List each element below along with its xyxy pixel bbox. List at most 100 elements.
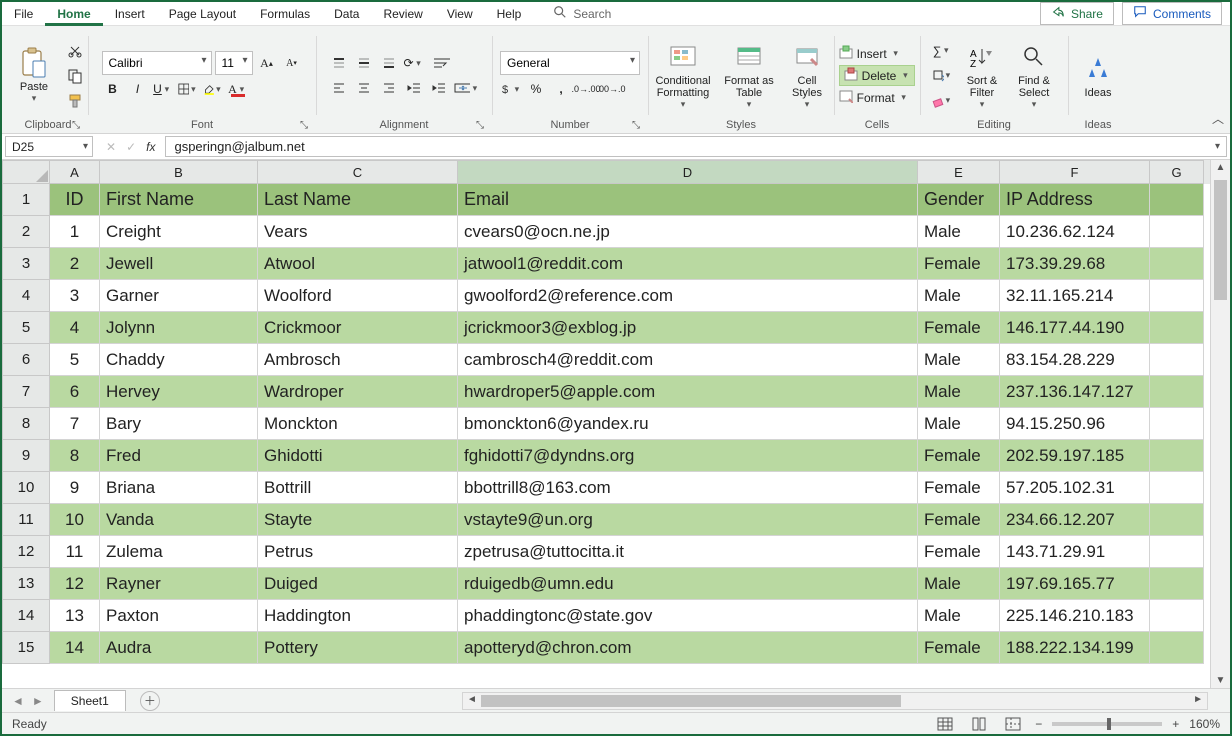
fill-button[interactable]: ▾ [931,65,953,87]
cell-empty[interactable] [1150,312,1204,344]
number-format-select[interactable] [500,51,640,75]
cell-ip[interactable]: 173.39.29.68 [1000,248,1150,280]
cell-id[interactable]: 2 [50,248,100,280]
cell-gender[interactable]: Male [918,600,1000,632]
cell-last-name[interactable]: Ghidotti [258,440,458,472]
cell-first-name[interactable]: Rayner [100,568,258,600]
cell-first-name[interactable]: Fred [100,440,258,472]
cell-first-name[interactable]: Garner [100,280,258,312]
cell-ip[interactable]: 10.236.62.124 [1000,216,1150,248]
menu-data[interactable]: Data [322,2,371,26]
increase-indent-button[interactable] [428,77,450,99]
cell-first-name[interactable]: Briana [100,472,258,504]
row-header[interactable]: 8 [2,408,50,440]
row-header[interactable]: 2 [2,216,50,248]
cell-ip[interactable]: 146.177.44.190 [1000,312,1150,344]
cell-first-name[interactable]: Bary [100,408,258,440]
cell-first-name[interactable]: Jolynn [100,312,258,344]
cell-ip[interactable]: 32.11.165.214 [1000,280,1150,312]
cancel-formula-button[interactable]: ✕ [106,140,116,154]
sheet-prev-button[interactable]: ◄ [12,694,24,708]
align-top-button[interactable] [328,52,350,74]
cell-empty[interactable] [1150,472,1204,504]
font-size-input[interactable] [215,51,253,75]
cell-email[interactable]: fghidotti7@dyndns.org [458,440,918,472]
column-header-B[interactable]: B [100,160,258,184]
increase-font-button[interactable]: A▴ [256,52,278,74]
cell-first-name[interactable]: Chaddy [100,344,258,376]
cell-first-name[interactable]: Hervey [100,376,258,408]
menu-help[interactable]: Help [485,2,534,26]
row-header[interactable]: 13 [2,568,50,600]
collapse-ribbon-button[interactable]: ︿ [1212,110,1224,127]
cell-header-gender[interactable]: Gender [918,184,1000,216]
cell-gender[interactable]: Male [918,568,1000,600]
scrollbar-thumb[interactable] [1214,180,1227,300]
cell-ip[interactable]: 202.59.197.185 [1000,440,1150,472]
format-painter-button[interactable] [64,90,86,112]
row-header[interactable]: 11 [2,504,50,536]
column-header-D[interactable]: D [458,160,918,184]
cell-styles-button[interactable]: Cell Styles▾ [783,37,831,115]
cell-gender[interactable]: Female [918,312,1000,344]
wrap-text-button[interactable] [428,52,456,74]
merge-center-button[interactable]: ▾ [453,77,481,99]
cell-last-name[interactable]: Atwool [258,248,458,280]
menu-insert[interactable]: Insert [103,2,157,26]
enter-formula-button[interactable]: ✓ [126,140,136,154]
scroll-left-icon[interactable]: ◄ [467,694,477,705]
cut-button[interactable] [64,40,86,62]
cell-email[interactable]: zpetrusa@tuttocitta.it [458,536,918,568]
paste-button[interactable]: Paste ▾ [10,37,58,115]
fill-color-button[interactable]: ▾ [202,78,224,100]
cell-email[interactable]: jcrickmoor3@exblog.jp [458,312,918,344]
cell-first-name[interactable]: Vanda [100,504,258,536]
column-header-G[interactable]: G [1150,160,1204,184]
cell-ip[interactable]: 94.15.250.96 [1000,408,1150,440]
orientation-button[interactable]: ⟳▾ [403,52,425,74]
dialog-launcher-icon[interactable]: ⤡ [298,120,310,131]
select-all-corner[interactable] [2,160,50,184]
menu-review[interactable]: Review [371,2,434,26]
decrease-font-button[interactable]: A▾ [281,52,303,74]
find-select-button[interactable]: Find & Select▾ [1011,37,1057,115]
cell-ip[interactable]: 197.69.165.77 [1000,568,1150,600]
cell-id[interactable]: 8 [50,440,100,472]
cell-email[interactable]: jatwool1@reddit.com [458,248,918,280]
cell-id[interactable]: 4 [50,312,100,344]
underline-button[interactable]: U▾ [152,78,174,100]
zoom-slider-knob[interactable] [1107,718,1111,730]
cell-first-name[interactable]: Creight [100,216,258,248]
cell-email[interactable]: rduigedb@umn.edu [458,568,918,600]
formula-input[interactable]: gsperingn@jalbum.net [165,136,1227,157]
cell-last-name[interactable]: Duiged [258,568,458,600]
cell-email[interactable]: hwardroper5@apple.com [458,376,918,408]
zoom-level[interactable]: 160% [1189,717,1220,731]
normal-view-button[interactable] [933,715,957,733]
cell-id[interactable]: 11 [50,536,100,568]
cell-id[interactable]: 3 [50,280,100,312]
align-right-button[interactable] [378,77,400,99]
row-header[interactable]: 1 [2,184,50,216]
cell-first-name[interactable]: Audra [100,632,258,664]
cell-first-name[interactable]: Zulema [100,536,258,568]
cell-first-name[interactable]: Jewell [100,248,258,280]
cell-last-name[interactable]: Pottery [258,632,458,664]
cell-gender[interactable]: Female [918,472,1000,504]
cell-gender[interactable]: Female [918,504,1000,536]
new-sheet-button[interactable]: ＋ [140,691,160,711]
cell-first-name[interactable]: Paxton [100,600,258,632]
cell-ip[interactable]: 143.71.29.91 [1000,536,1150,568]
cell-empty[interactable] [1150,568,1204,600]
ideas-button[interactable]: Ideas [1074,37,1122,115]
format-as-table-button[interactable]: Format as Table▾ [721,37,777,115]
align-center-button[interactable] [353,77,375,99]
page-break-view-button[interactable] [1001,715,1025,733]
scrollbar-thumb[interactable] [481,695,901,707]
column-header-C[interactable]: C [258,160,458,184]
cell-gender[interactable]: Male [918,376,1000,408]
cell-email[interactable]: vstayte9@un.org [458,504,918,536]
font-color-button[interactable]: A▾ [227,78,249,100]
align-bottom-button[interactable] [378,52,400,74]
increase-decimal-button[interactable]: .0→.00 [575,78,597,100]
